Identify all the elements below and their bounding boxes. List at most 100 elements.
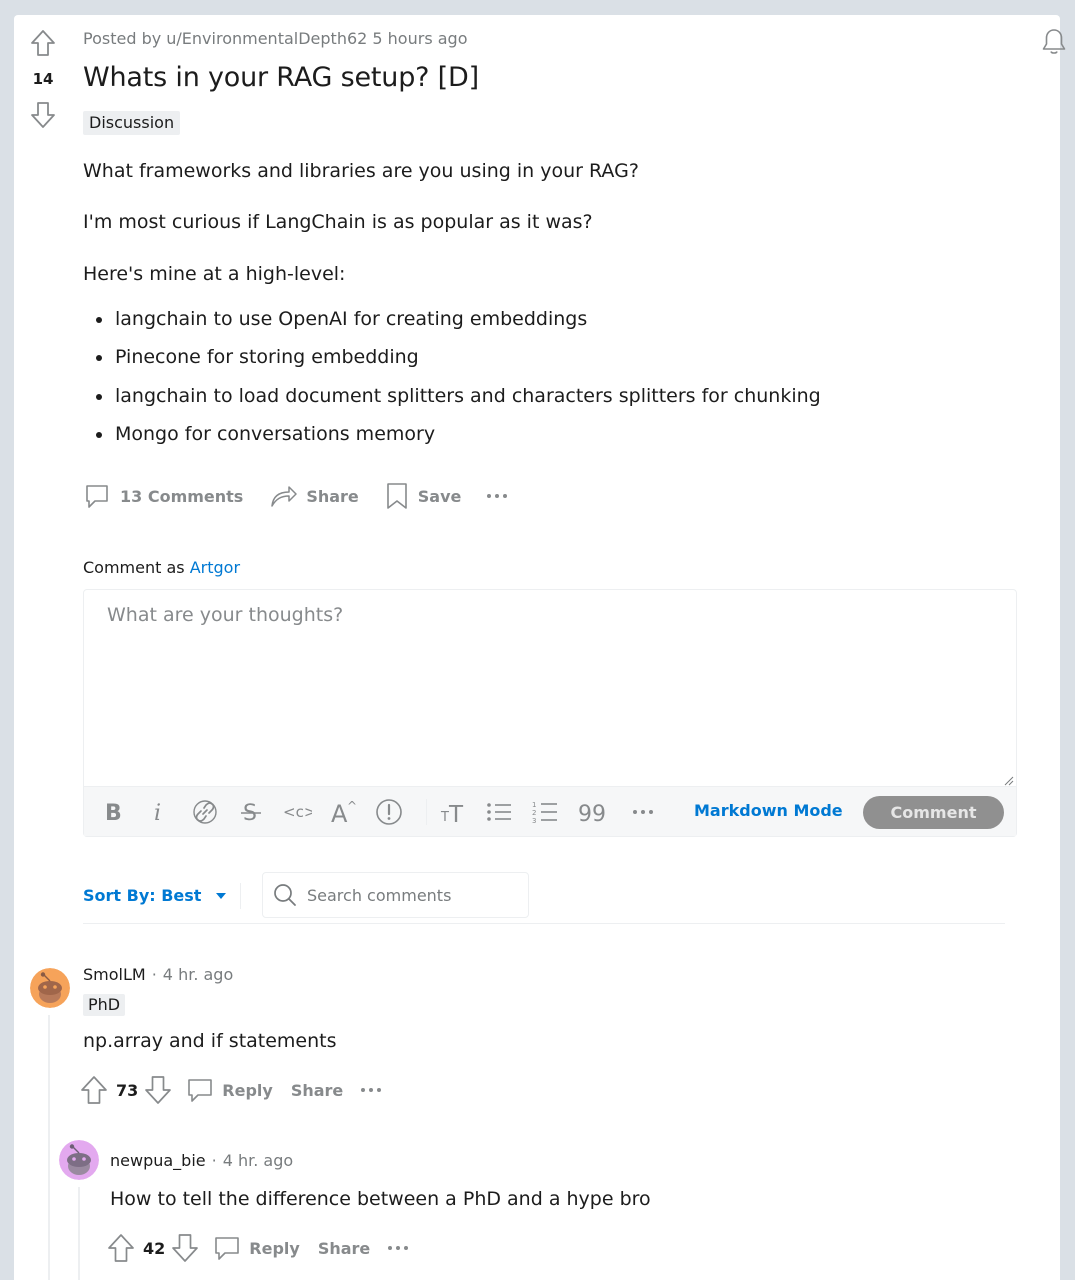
comment-as-text: Comment as bbox=[83, 558, 185, 577]
comment-author[interactable]: newpua_bie bbox=[110, 1151, 206, 1170]
heading-icon[interactable]: TT bbox=[436, 795, 470, 829]
comment-actions: 42 Reply Share bbox=[107, 1233, 409, 1263]
caret-down-icon bbox=[216, 892, 227, 899]
list-item: Pinecone for storing embedding bbox=[94, 342, 821, 380]
share-button[interactable]: Share bbox=[318, 1239, 370, 1258]
upvote-icon[interactable] bbox=[107, 1233, 135, 1263]
toolbar-divider bbox=[426, 799, 427, 825]
comment-icon bbox=[188, 1079, 213, 1102]
list-item: langchain to load document splitters and… bbox=[94, 381, 821, 419]
comment-as-label: Comment as Artgor bbox=[83, 558, 240, 577]
post-paragraph: What frameworks and libraries are you us… bbox=[83, 160, 639, 182]
superscript-icon[interactable]: A ^ bbox=[326, 795, 360, 829]
comment-text: np.array and if statements bbox=[83, 1030, 337, 1052]
share-button[interactable]: Share bbox=[269, 482, 359, 510]
more-options-icon[interactable] bbox=[388, 1246, 409, 1250]
svg-text:99: 99 bbox=[578, 802, 605, 824]
bookmark-icon bbox=[386, 483, 407, 509]
sort-dropdown[interactable]: Sort By: Best bbox=[83, 886, 227, 905]
quote-icon[interactable]: 99 bbox=[574, 795, 608, 829]
comment-author[interactable]: SmolLM bbox=[83, 965, 146, 984]
post-paragraph: I'm most curious if LangChain is as popu… bbox=[83, 211, 593, 233]
post-card: 14 Posted by u/EnvironmentalDepth62 5 ho… bbox=[14, 15, 1066, 1280]
editor-toolbar: B i S <c> A ^ TT 1 2 3 99 Markdown Mode … bbox=[84, 786, 1016, 836]
svg-text:i: i bbox=[154, 801, 161, 824]
comment-header: newpua_bie · 4 hr. ago bbox=[110, 1151, 293, 1170]
post-title[interactable]: Whats in your RAG setup? [D] bbox=[83, 62, 479, 93]
reply-label: Reply bbox=[222, 1080, 273, 1100]
comment-text: How to tell the difference between a PhD… bbox=[110, 1188, 651, 1210]
comment-header: SmolLM · 4 hr. ago bbox=[83, 965, 233, 984]
strikethrough-icon[interactable]: S bbox=[234, 795, 268, 829]
numbered-list-icon[interactable]: 123 bbox=[528, 795, 562, 829]
bold-icon[interactable]: B bbox=[96, 795, 130, 829]
share-icon bbox=[271, 486, 298, 507]
sort-divider bbox=[240, 883, 241, 909]
svg-text:T: T bbox=[448, 802, 464, 825]
comment-score: 73 bbox=[116, 1080, 139, 1100]
post-meta: Posted by u/EnvironmentalDepth62 5 hours… bbox=[83, 29, 468, 48]
bulleted-list-icon[interactable] bbox=[482, 795, 516, 829]
comment-time[interactable]: 4 hr. ago bbox=[223, 1151, 293, 1170]
reply-button[interactable]: Reply bbox=[213, 1234, 300, 1262]
thread-line[interactable] bbox=[78, 1187, 80, 1280]
comment-actions: 73 Reply Share bbox=[80, 1075, 382, 1105]
save-label: Save bbox=[417, 486, 462, 506]
link-icon[interactable] bbox=[188, 795, 222, 829]
svg-text:A: A bbox=[331, 800, 348, 825]
avatar[interactable] bbox=[30, 968, 70, 1008]
comment-icon bbox=[215, 1237, 240, 1260]
post-bullet-list: langchain to use OpenAI for creating emb… bbox=[94, 304, 821, 457]
search-comments-box bbox=[262, 872, 529, 918]
comment-textarea[interactable] bbox=[84, 590, 1016, 786]
svg-text:2: 2 bbox=[532, 809, 536, 817]
comment-score: 42 bbox=[143, 1238, 166, 1258]
post-score: 14 bbox=[32, 70, 54, 88]
inline-code-icon[interactable]: <c> bbox=[280, 795, 314, 829]
downvote-icon[interactable] bbox=[30, 101, 56, 129]
comment-time[interactable]: 4 hr. ago bbox=[163, 965, 233, 984]
svg-text:B: B bbox=[105, 801, 122, 824]
separator-dot: · bbox=[211, 1151, 217, 1170]
upvote-icon[interactable] bbox=[80, 1075, 108, 1105]
share-button[interactable]: Share bbox=[291, 1081, 343, 1100]
post-flair[interactable]: Discussion bbox=[83, 111, 181, 135]
search-comments-input[interactable] bbox=[307, 885, 507, 905]
sort-label: Sort By: Best bbox=[83, 886, 202, 905]
user-flair: PhD bbox=[83, 994, 126, 1016]
list-item: Mongo for conversations memory bbox=[94, 419, 821, 457]
comments-button[interactable]: 13 Comments bbox=[83, 482, 243, 510]
spoiler-icon[interactable] bbox=[372, 795, 406, 829]
svg-text:3: 3 bbox=[532, 817, 536, 825]
svg-text:<c>: <c> bbox=[283, 803, 312, 821]
comment-icon bbox=[86, 485, 108, 508]
current-username-link[interactable]: Artgor bbox=[190, 558, 240, 577]
snoo-avatar-icon bbox=[59, 1140, 99, 1180]
save-button[interactable]: Save bbox=[385, 482, 462, 510]
list-item: langchain to use OpenAI for creating emb… bbox=[94, 304, 821, 342]
markdown-mode-toggle[interactable]: Markdown Mode bbox=[694, 801, 843, 820]
divider bbox=[83, 923, 1005, 924]
more-options-icon[interactable] bbox=[361, 1088, 382, 1092]
post-paragraph: Here's mine at a high-level: bbox=[83, 263, 346, 285]
share-label: Share bbox=[306, 486, 359, 506]
notification-bell-icon[interactable] bbox=[1040, 27, 1068, 57]
comment-submit-button[interactable]: Comment bbox=[863, 796, 1004, 829]
upvote-icon[interactable] bbox=[30, 29, 56, 57]
reply-button[interactable]: Reply bbox=[186, 1076, 273, 1104]
post-actions: 13 Comments Share Save bbox=[83, 481, 508, 511]
avatar[interactable] bbox=[59, 1140, 99, 1180]
separator-dot: · bbox=[151, 965, 157, 984]
svg-text:1: 1 bbox=[532, 801, 536, 809]
resize-handle-icon[interactable] bbox=[1002, 774, 1014, 786]
downvote-icon[interactable] bbox=[144, 1075, 172, 1105]
more-icon[interactable] bbox=[626, 795, 660, 829]
italic-icon[interactable]: i bbox=[142, 795, 176, 829]
search-icon bbox=[274, 884, 296, 906]
downvote-icon[interactable] bbox=[171, 1233, 199, 1263]
comments-count-label: 13 Comments bbox=[120, 486, 244, 506]
svg-text:T: T bbox=[440, 810, 449, 825]
thread-line[interactable] bbox=[48, 1015, 50, 1280]
snoo-avatar-icon bbox=[30, 968, 70, 1008]
more-options-icon[interactable] bbox=[487, 494, 508, 498]
